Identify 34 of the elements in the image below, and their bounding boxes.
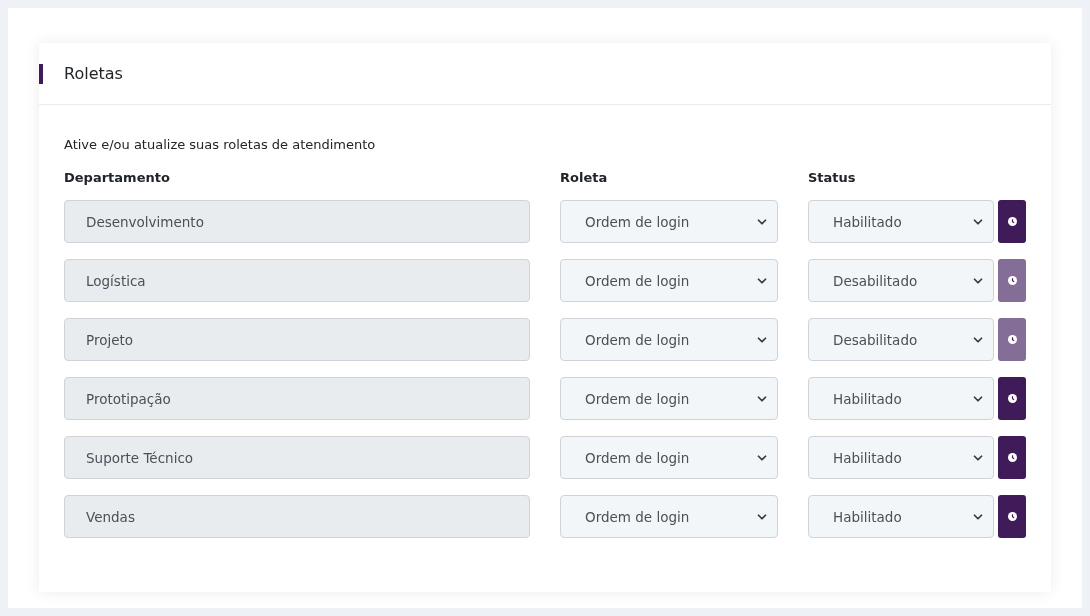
status-select[interactable]: Desabilitado — [808, 259, 994, 302]
department-field[interactable]: Projeto — [64, 318, 530, 361]
roleta-select[interactable]: Ordem de login — [560, 200, 778, 243]
department-field[interactable]: Suporte Técnico — [64, 436, 530, 479]
column-header: Roleta — [560, 170, 609, 185]
roleta-select[interactable]: Ordem de login — [560, 318, 778, 361]
clock-icon — [1007, 217, 1017, 226]
roleta-select[interactable]: Ordem de login — [560, 436, 778, 479]
roleta-select[interactable]: Ordem de login — [560, 259, 778, 302]
schedule-button[interactable] — [998, 436, 1026, 479]
department-field[interactable]: Vendas — [64, 495, 530, 538]
status-select[interactable]: Habilitado — [808, 200, 994, 243]
schedule-button[interactable] — [998, 495, 1026, 538]
clock-icon — [1007, 335, 1017, 344]
status-select[interactable]: Habilitado — [808, 377, 994, 420]
department-field[interactable]: Desenvolvimento — [64, 200, 530, 243]
clock-icon — [1007, 453, 1017, 462]
clock-icon — [1007, 512, 1017, 521]
status-select[interactable]: Desabilitado — [808, 318, 994, 361]
clock-icon — [1007, 276, 1017, 285]
column-header: Departamento — [64, 170, 171, 185]
card-title: Roletas — [64, 64, 123, 83]
roleta-select[interactable]: Ordem de login — [560, 495, 778, 538]
column-header: Status — [808, 170, 857, 185]
status-select[interactable]: Habilitado — [808, 436, 994, 479]
title-accent-bar — [39, 63, 43, 84]
clock-icon — [1007, 394, 1017, 403]
department-field[interactable]: Prototipação — [64, 377, 530, 420]
department-field[interactable]: Logística — [64, 259, 530, 302]
schedule-button[interactable] — [998, 377, 1026, 420]
schedule-button[interactable] — [998, 200, 1026, 243]
status-select[interactable]: Habilitado — [808, 495, 994, 538]
roleta-select[interactable]: Ordem de login — [560, 377, 778, 420]
card-description: Ative e/ou atualize suas roletas de atendimento — [64, 137, 377, 152]
